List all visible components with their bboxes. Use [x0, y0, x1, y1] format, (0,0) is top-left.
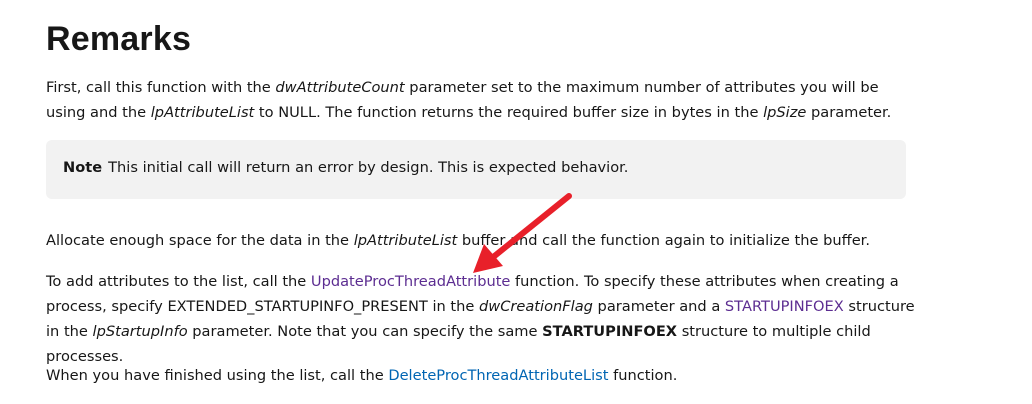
annotation-arrow-icon: [473, 193, 572, 273]
